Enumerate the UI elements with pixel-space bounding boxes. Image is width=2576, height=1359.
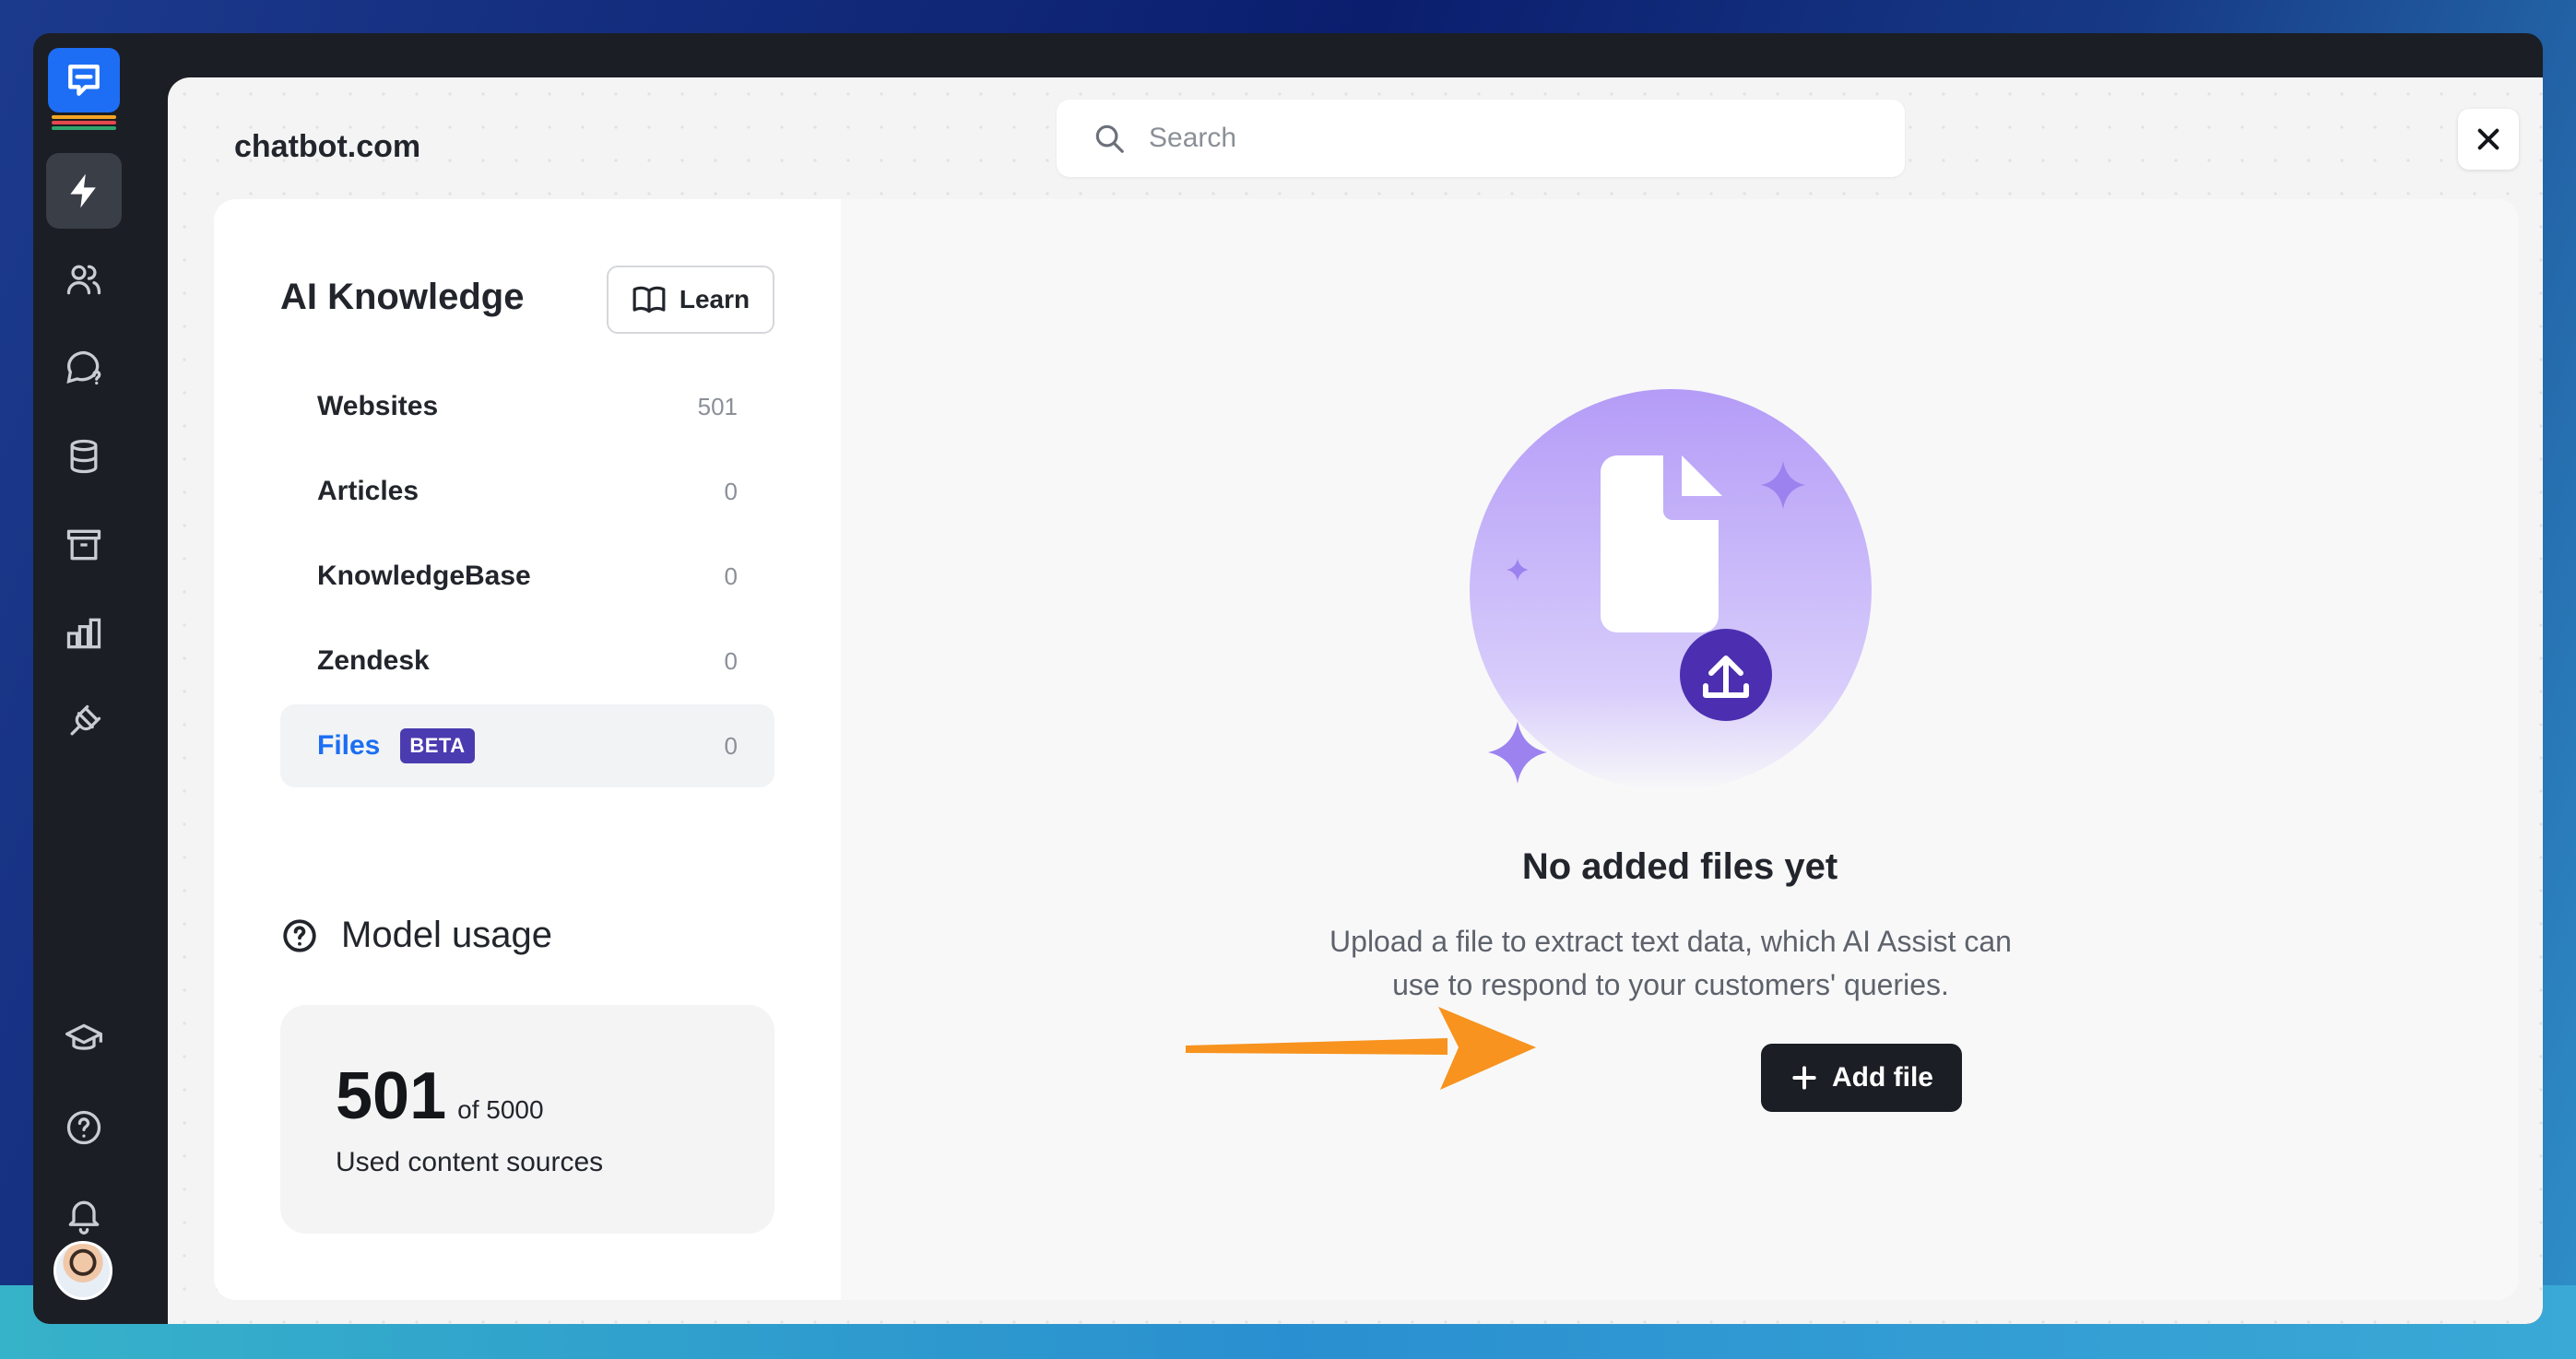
beta-badge: BETA xyxy=(400,728,475,763)
archive-icon xyxy=(66,529,101,561)
book-icon xyxy=(632,286,666,313)
knowledge-card: AI Knowledge Learn Websites 501 Articles… xyxy=(214,199,2519,1300)
annotation-arrow-icon xyxy=(1186,1007,1536,1090)
usage-count: 501 xyxy=(336,1059,447,1133)
lightning-icon xyxy=(70,173,96,208)
help-circle-icon[interactable] xyxy=(280,916,319,955)
source-label: Websites xyxy=(317,391,439,421)
learn-button[interactable]: Learn xyxy=(607,266,774,334)
users-icon xyxy=(66,265,101,295)
icon-rail xyxy=(33,33,135,1324)
rail-item-data[interactable] xyxy=(46,419,122,494)
knowledge-sidebar: AI Knowledge Learn Websites 501 Articles… xyxy=(214,199,841,1300)
add-file-label: Add file xyxy=(1832,1062,1933,1093)
source-item-websites[interactable]: Websites 501 xyxy=(280,365,774,448)
model-usage-title: Model usage xyxy=(341,915,553,955)
app-logo[interactable] xyxy=(48,48,120,131)
app-window: chatbot.com AI Knowledge Learn Websites … xyxy=(33,33,2543,1324)
source-count: 0 xyxy=(724,646,738,675)
source-item-knowledgebase[interactable]: KnowledgeBase 0 xyxy=(280,535,774,618)
bell-icon xyxy=(68,1200,100,1235)
usage-summary: 501 of 5000 Used content sources xyxy=(280,1005,774,1234)
usage-limit: of 5000 xyxy=(457,1095,544,1124)
source-count: 501 xyxy=(697,392,738,420)
rail-item-academy[interactable] xyxy=(46,1001,122,1077)
main-panel: chatbot.com AI Knowledge Learn Websites … xyxy=(168,77,2543,1324)
empty-state-description-line2: use to respond to your customers' querie… xyxy=(1392,968,1949,1001)
chat-question-icon xyxy=(66,350,101,385)
source-count: 0 xyxy=(724,561,738,590)
file-upload-icon xyxy=(1470,389,1872,791)
learn-label: Learn xyxy=(679,285,750,313)
source-count: 0 xyxy=(724,477,738,505)
source-count: 0 xyxy=(724,731,738,760)
graduation-cap-icon xyxy=(65,1023,102,1050)
add-file-button[interactable]: Add file xyxy=(1761,1044,1962,1112)
workspace-name: chatbot.com xyxy=(234,129,421,164)
source-item-files[interactable]: Files BETA 0 xyxy=(280,704,774,787)
empty-state-description-line1: Upload a file to extract text data, whic… xyxy=(1329,925,2012,958)
search-icon xyxy=(1095,124,1124,153)
source-list: Websites 501 Articles 0 KnowledgeBase 0 … xyxy=(280,365,774,789)
source-item-articles[interactable]: Articles 0 xyxy=(280,450,774,533)
model-usage-heading: Model usage xyxy=(280,915,552,956)
search-bar[interactable] xyxy=(1057,100,1905,177)
database-icon xyxy=(70,439,98,474)
rail-item-automations[interactable] xyxy=(46,153,122,229)
empty-state-description: Upload a file to extract text data, whic… xyxy=(1265,920,2076,1007)
files-content: No added files yet Upload a file to extr… xyxy=(841,199,2519,1300)
close-button[interactable] xyxy=(2458,109,2519,170)
sidebar-title: AI Knowledge xyxy=(280,277,525,317)
source-label: Files xyxy=(317,730,381,761)
close-icon xyxy=(2477,128,2499,150)
empty-state-title: No added files yet xyxy=(1521,846,1838,887)
rail-item-integrations[interactable] xyxy=(46,684,122,760)
source-label: KnowledgeBase xyxy=(317,561,531,591)
usage-label: Used content sources xyxy=(336,1147,604,1177)
rail-item-help[interactable] xyxy=(46,1090,122,1165)
rail-item-users[interactable] xyxy=(46,242,122,317)
search-input[interactable] xyxy=(1149,123,1849,154)
help-circle-icon xyxy=(66,1110,101,1145)
bar-chart-icon xyxy=(66,618,101,649)
source-label: Zendesk xyxy=(317,645,430,676)
plus-icon xyxy=(1792,1066,1816,1090)
user-avatar[interactable] xyxy=(53,1241,112,1300)
chat-logo-icon xyxy=(68,65,100,96)
plug-icon xyxy=(70,704,101,736)
rail-item-reports[interactable] xyxy=(46,596,122,671)
rail-item-chats[interactable] xyxy=(46,330,122,406)
source-item-zendesk[interactable]: Zendesk 0 xyxy=(280,620,774,703)
source-label: Articles xyxy=(317,476,419,506)
rail-item-archive[interactable] xyxy=(46,507,122,583)
